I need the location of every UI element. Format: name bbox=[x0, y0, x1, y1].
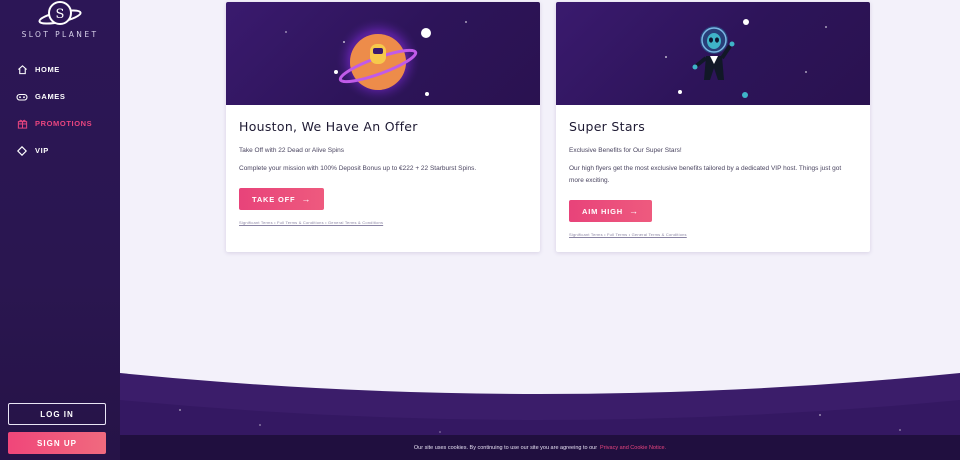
promotion-subtitle: Exclusive Benefits for Our Super Stars! bbox=[569, 147, 682, 154]
nav-item-games[interactable]: GAMES bbox=[0, 83, 120, 110]
promotion-description: Complete your mission with 100% Deposit … bbox=[239, 165, 477, 172]
nav-label: HOME bbox=[35, 65, 60, 74]
diamond-icon bbox=[16, 145, 28, 157]
privacy-cookie-link[interactable]: Privacy and Cookie Notice. bbox=[600, 445, 666, 451]
alien-astronaut-illustration bbox=[665, 19, 827, 98]
home-icon bbox=[16, 64, 28, 76]
promotion-card: Super Stars Exclusive Benefits for Our S… bbox=[556, 2, 870, 252]
nav-item-promotions[interactable]: PROMOTIONS bbox=[0, 110, 120, 137]
arrow-right-icon: → bbox=[628, 206, 639, 216]
main-content: Houston, We Have An Offer Take Off with … bbox=[120, 0, 960, 460]
promotion-title: Houston, We Have An Offer bbox=[239, 119, 418, 134]
nav-label: VIP bbox=[35, 146, 49, 155]
logo[interactable]: S SLOT PLANET bbox=[0, 0, 120, 44]
button-label: AIM HIGH bbox=[582, 206, 623, 216]
aim-high-button[interactable]: AIM HIGH → bbox=[569, 200, 652, 222]
astronaut-planet-illustration bbox=[285, 18, 467, 102]
login-button[interactable]: LOG IN bbox=[8, 403, 106, 425]
planet-logo-icon: S bbox=[38, 1, 82, 25]
promotion-hero-image bbox=[556, 2, 870, 105]
gift-icon bbox=[16, 118, 28, 130]
promotion-terms-links[interactable]: Significant Terms • Full Terms • General… bbox=[569, 232, 857, 237]
promotion-description: Our high flyers get the most exclusive b… bbox=[569, 165, 842, 184]
nav-item-vip[interactable]: VIP bbox=[0, 137, 120, 164]
signup-button[interactable]: SIGN UP bbox=[8, 432, 106, 454]
main-nav: HOME GAMES PROMOTIONS VIP bbox=[0, 56, 120, 164]
nav-label: GAMES bbox=[35, 92, 66, 101]
promotion-terms-links[interactable]: Significant Terms • Full Terms & Conditi… bbox=[239, 220, 527, 225]
promotion-card: Houston, We Have An Offer Take Off with … bbox=[226, 2, 540, 252]
take-off-button[interactable]: TAKE OFF → bbox=[239, 188, 325, 210]
promotion-hero-image bbox=[226, 2, 540, 105]
nav-label: PROMOTIONS bbox=[35, 119, 93, 128]
button-label: TAKE OFF bbox=[252, 194, 296, 204]
cookie-notice-text: Our site uses cookies. By continuing to … bbox=[413, 444, 598, 451]
sidebar: S SLOT PLANET HOME GAMES PROMOTIONS VIP … bbox=[0, 0, 120, 460]
promotion-title: Super Stars bbox=[569, 119, 646, 134]
gamepad-icon bbox=[16, 91, 28, 103]
promotion-subtitle: Take Off with 22 Dead or Alive Spins bbox=[239, 147, 345, 154]
svg-text:S: S bbox=[56, 7, 65, 22]
cookie-notice-bar: Our site uses cookies. By continuing to … bbox=[120, 435, 960, 460]
arrow-right-icon: → bbox=[301, 194, 312, 204]
logo-text: SLOT PLANET bbox=[21, 30, 99, 39]
nav-item-home[interactable]: HOME bbox=[0, 56, 120, 83]
